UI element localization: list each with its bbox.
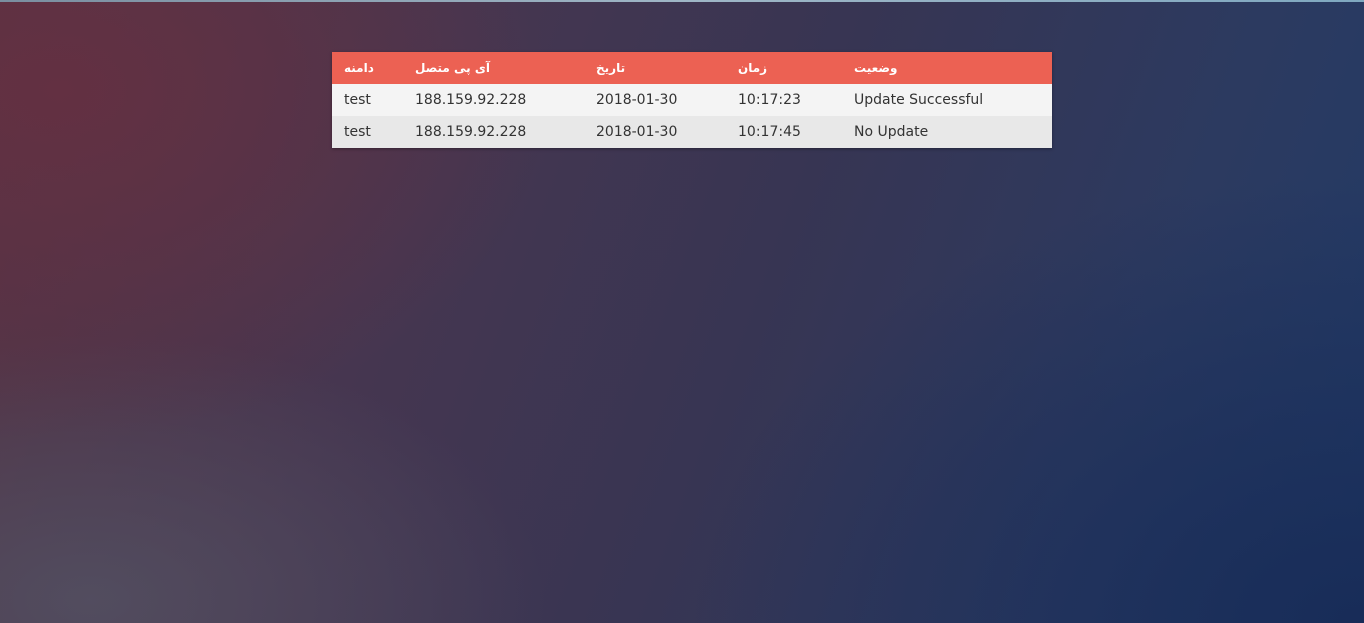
cell-connected-ip: 188.159.92.228 (415, 124, 527, 140)
cell-status: Update Successful (854, 92, 984, 108)
table-row: test 188.159.92.228 2018-01-30 10:17:45 … (332, 116, 1052, 148)
header-time: زمان (738, 61, 768, 75)
cell-time: 10:17:45 (738, 124, 801, 140)
header-connected-ip: آی پی متصل (415, 61, 490, 75)
cell-time: 10:17:23 (738, 92, 801, 108)
cell-domain: test (344, 124, 371, 140)
cell-connected-ip: 188.159.92.228 (415, 92, 527, 108)
update-log-table: دامنه آی پی متصل تاریخ زمان وضعیت test 1… (332, 52, 1052, 148)
header-date: تاریخ (596, 61, 626, 75)
header-domain: دامنه (344, 61, 374, 75)
cell-status: No Update (854, 124, 929, 140)
cell-domain: test (344, 92, 371, 108)
table-row: test 188.159.92.228 2018-01-30 10:17:23 … (332, 84, 1052, 116)
header-status: وضعیت (854, 61, 898, 75)
cell-date: 2018-01-30 (596, 124, 678, 140)
table-body: test 188.159.92.228 2018-01-30 10:17:23 … (332, 84, 1052, 148)
cell-date: 2018-01-30 (596, 92, 678, 108)
update-log-table-container: دامنه آی پی متصل تاریخ زمان وضعیت test 1… (332, 52, 1052, 148)
table-header-row: دامنه آی پی متصل تاریخ زمان وضعیت (332, 52, 1052, 84)
top-edge-strip (0, 0, 1364, 2)
table-header: دامنه آی پی متصل تاریخ زمان وضعیت (332, 52, 1052, 84)
